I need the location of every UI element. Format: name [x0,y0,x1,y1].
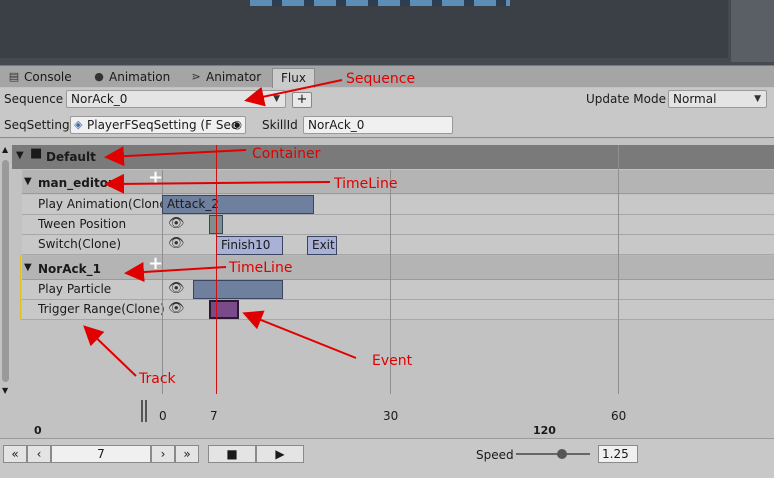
annotation-track: Track [139,371,176,387]
annotation-timeline: TimeLine [229,260,293,276]
annotation-arrow [124,262,227,283]
annotation-sequence: Sequence [346,71,416,87]
annotation-arrow [244,79,343,107]
annotation-arrow [104,146,247,167]
annotation-container: Container [252,146,321,162]
annotation-arrow [83,325,137,377]
annotation-timeline: TimeLine [334,176,398,192]
annotation-arrow [104,173,331,194]
annotation-arrow [242,310,357,359]
annotation-event: Event [372,353,413,369]
